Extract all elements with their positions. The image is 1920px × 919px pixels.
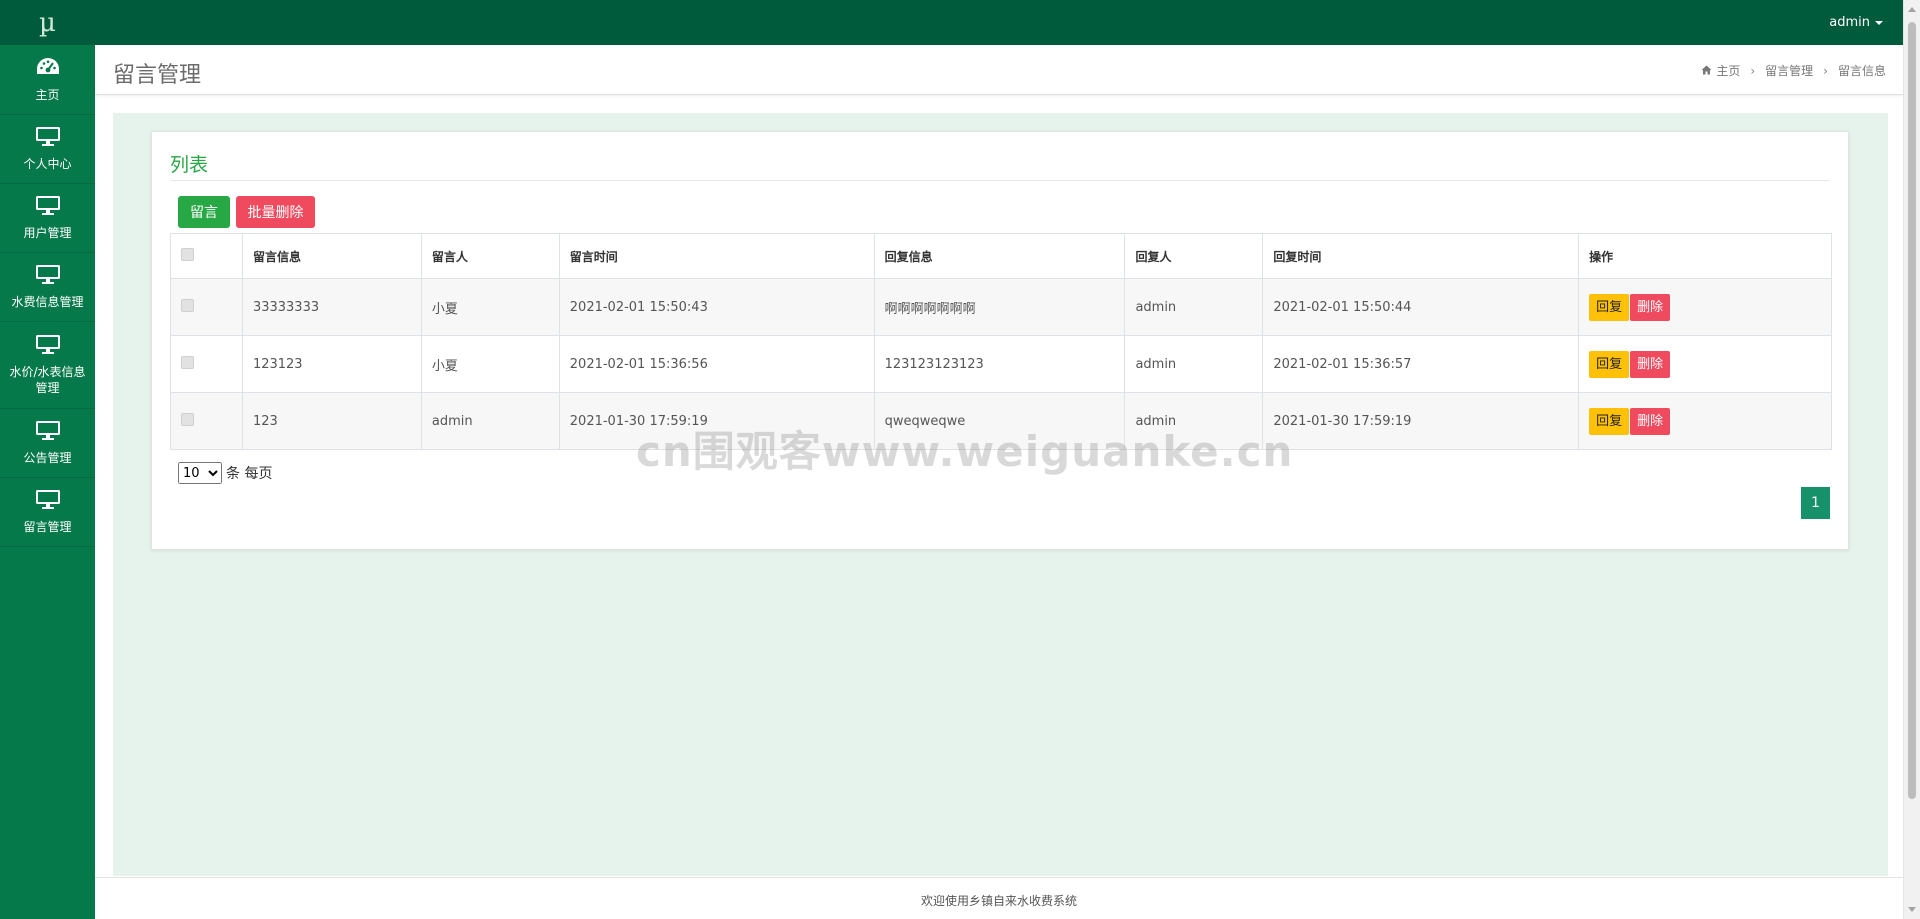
chevron-right-icon: ›	[1750, 63, 1756, 78]
monitor-icon	[35, 489, 61, 513]
list-panel: 列表 留言 批量删除 留言信息 留言人 留言时间 回复信息 回复人 回复时间 操…	[151, 131, 1849, 550]
delete-button[interactable]: 删除	[1630, 350, 1671, 378]
column-header[interactable]: 留言信息	[241, 233, 422, 279]
row-select-cell	[170, 392, 243, 450]
cell-reply-time: 2021-02-01 15:50:44	[1262, 278, 1580, 336]
cell-message: 123	[241, 392, 422, 450]
page-header: 留言管理 主页 › 留言管理 › 留言信息	[95, 45, 1903, 95]
cell-reply-time: 2021-02-01 15:36:57	[1262, 335, 1580, 393]
page-size-label: 条 每页	[226, 466, 273, 482]
batch-delete-button[interactable]: 批量删除	[236, 196, 315, 228]
scroll-down-arrow-icon[interactable]	[1908, 907, 1916, 912]
sidebar-item-label: 水价/水表信息管理	[9, 365, 86, 395]
table-row: 123123 小夏 2021-02-01 15:36:56 1231231231…	[170, 335, 1832, 393]
sidebar-item-label: 主页	[35, 87, 60, 102]
sidebar: µ 主页 个人中心 用户管理 水费信息管理 水价/水表信息管理 公告管理 留言管…	[0, 0, 95, 919]
table-row: 33333333 小夏 2021-02-01 15:50:43 啊啊啊啊啊啊啊 …	[170, 278, 1832, 336]
add-message-button[interactable]: 留言	[178, 196, 230, 228]
watermark: cn围观客www.weiguanke.cn	[636, 427, 1294, 476]
breadcrumb-current: 留言信息	[1837, 64, 1886, 78]
divider	[170, 180, 1830, 181]
breadcrumb: 主页 › 留言管理 › 留言信息	[1701, 62, 1886, 79]
breadcrumb-home[interactable]: 主页	[1716, 62, 1740, 79]
sidebar-item-label: 用户管理	[23, 226, 72, 240]
dashboard-icon	[36, 57, 60, 81]
caret-down-icon	[1875, 20, 1883, 25]
page-size-control: 10 条 每页	[178, 462, 272, 484]
user-name: admin	[1829, 15, 1870, 30]
sidebar-item-messages[interactable]: 留言管理	[0, 478, 95, 547]
sidebar-item-label: 水费信息管理	[11, 295, 84, 309]
sidebar-item-profile[interactable]: 个人中心	[0, 115, 95, 184]
chevron-right-icon: ›	[1823, 63, 1828, 78]
cell-actions: 回复 删除	[1578, 278, 1832, 336]
column-header[interactable]: 回复信息	[873, 233, 1126, 279]
page-size-select[interactable]: 10	[178, 462, 222, 484]
select-all-checkbox[interactable]	[181, 248, 194, 261]
sidebar-item-water-fee[interactable]: 水费信息管理	[0, 253, 95, 322]
delete-button[interactable]: 删除	[1630, 293, 1671, 321]
cell-replier: admin	[1124, 278, 1264, 336]
table-header-row: 留言信息 留言人 留言时间 回复信息 回复人 回复时间 操作	[170, 233, 1832, 279]
monitor-icon	[35, 195, 61, 219]
reply-button[interactable]: 回复	[1589, 293, 1630, 321]
sidebar-item-home[interactable]: 主页	[0, 45, 95, 115]
monitor-icon	[35, 420, 61, 444]
sidebar-item-label: 公告管理	[23, 451, 72, 465]
row-checkbox[interactable]	[181, 298, 194, 312]
page-button-current[interactable]: 1	[1801, 487, 1830, 519]
monitor-icon	[35, 126, 61, 150]
column-header[interactable]: 留言时间	[558, 233, 875, 279]
reply-button[interactable]: 回复	[1589, 350, 1630, 378]
sidebar-item-notices[interactable]: 公告管理	[0, 409, 95, 478]
sidebar-item-label: 个人中心	[23, 157, 72, 171]
row-select-cell	[170, 335, 243, 393]
scrollbar-thumb[interactable]	[1908, 22, 1916, 799]
scroll-up-arrow-icon[interactable]	[1908, 7, 1916, 12]
home-icon	[1701, 64, 1712, 78]
vertical-scrollbar[interactable]	[1903, 0, 1920, 919]
panel-title: 列表	[170, 154, 209, 176]
app-logo[interactable]: µ	[0, 0, 95, 45]
cell-reply: 啊啊啊啊啊啊啊	[873, 278, 1126, 336]
cell-time: 2021-02-01 15:36:56	[558, 335, 875, 393]
sidebar-item-water-price[interactable]: 水价/水表信息管理	[0, 322, 95, 409]
page-title: 留言管理	[113, 63, 202, 88]
reply-button[interactable]: 回复	[1589, 407, 1630, 435]
row-checkbox[interactable]	[181, 355, 194, 369]
monitor-icon	[35, 264, 61, 288]
delete-button[interactable]: 删除	[1630, 407, 1671, 435]
column-header[interactable]: 回复人	[1124, 233, 1264, 279]
cell-author: 小夏	[420, 335, 560, 393]
breadcrumb-section[interactable]: 留言管理	[1765, 62, 1813, 79]
cell-actions: 回复 删除	[1578, 335, 1832, 393]
cell-author: admin	[420, 392, 560, 450]
footer: 欢迎使用乡镇自来水收费系统	[95, 877, 1903, 919]
column-header[interactable]: 留言人	[420, 233, 560, 279]
cell-message: 33333333	[241, 278, 422, 336]
footer-text: 欢迎使用乡镇自来水收费系统	[920, 894, 1077, 908]
cell-author: 小夏	[420, 278, 560, 336]
cell-time: 2021-02-01 15:50:43	[558, 278, 875, 336]
monitor-icon	[35, 334, 61, 358]
cell-replier: admin	[1124, 335, 1264, 393]
row-checkbox[interactable]	[181, 412, 194, 426]
select-all-cell	[170, 233, 243, 279]
top-navbar: admin	[95, 0, 1903, 45]
user-menu[interactable]: admin	[1829, 0, 1883, 45]
row-select-cell	[170, 278, 243, 336]
cell-message: 123123	[241, 335, 422, 393]
content-area: 列表 留言 批量删除 留言信息 留言人 留言时间 回复信息 回复人 回复时间 操…	[113, 113, 1888, 876]
column-header[interactable]: 回复时间	[1262, 233, 1580, 279]
cell-reply-time: 2021-01-30 17:59:19	[1262, 392, 1580, 450]
cell-actions: 回复 删除	[1578, 392, 1832, 450]
cell-reply: 123123123123	[873, 335, 1126, 393]
column-header: 操作	[1578, 233, 1832, 279]
sidebar-item-label: 留言管理	[23, 520, 72, 534]
sidebar-item-users[interactable]: 用户管理	[0, 184, 95, 253]
